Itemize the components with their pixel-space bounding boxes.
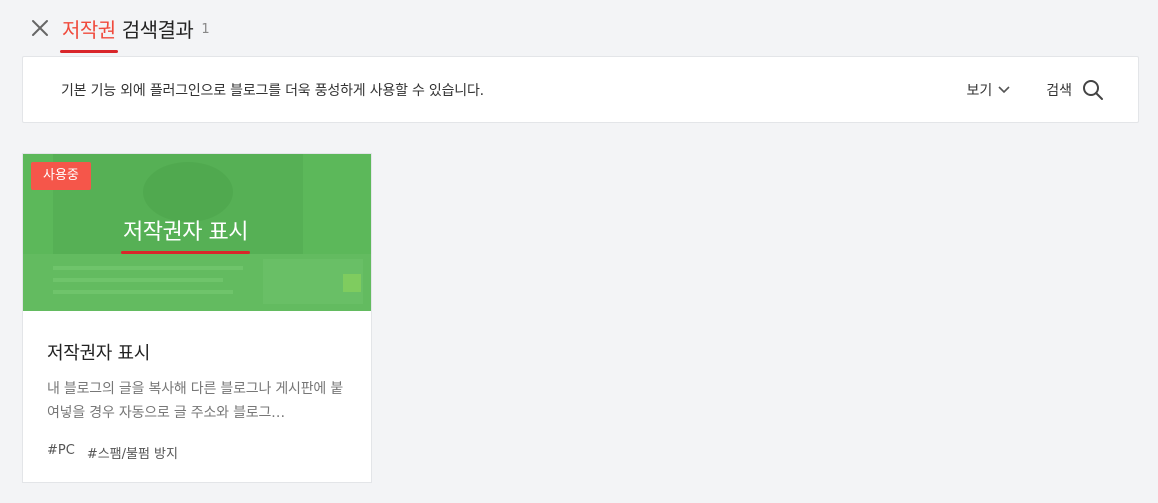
toolbar-description: 기본 기능 외에 플러그인으로 블로그를 더욱 풍성하게 사용할 수 있습니다.	[61, 82, 484, 99]
results-header: 저작권 검색결과 1	[30, 8, 210, 53]
thumbnail-decoration	[143, 162, 233, 222]
close-icon[interactable]	[30, 18, 50, 38]
tag[interactable]: #PC	[47, 443, 75, 462]
search-icon	[1083, 79, 1103, 100]
toolbar-actions: 보기 검색	[966, 79, 1104, 101]
view-label: 보기	[966, 82, 993, 99]
card-body: 저작권자 표시 내 블로그의 글을 복사해 다른 블로그나 게시판에 붙여넣을 …	[23, 311, 371, 462]
search-keyword: 저작권	[60, 14, 118, 53]
plugin-thumbnail: 사용중 저작권자 표시	[23, 154, 371, 311]
plugin-card[interactable]: 사용중 저작권자 표시 저작권자 표시 내 블로그의 글을 복사해 다른 블로그…	[22, 153, 372, 483]
plugin-title[interactable]: 저작권자 표시	[47, 339, 347, 365]
thumbnail-decoration	[53, 290, 233, 294]
thumbnail-decoration	[53, 278, 223, 282]
chevron-down-icon	[998, 85, 1010, 93]
tag-list: #PC #스팸/불펌 방지	[47, 443, 347, 462]
search-label: 검색	[1046, 82, 1072, 99]
tag[interactable]: #스팸/불펌 방지	[87, 443, 178, 462]
in-use-badge: 사용중	[31, 162, 91, 190]
thumbnail-decoration	[53, 266, 243, 270]
plugin-description: 내 블로그의 글을 복사해 다른 블로그나 게시판에 붙여넣을 경우 자동으로 …	[47, 381, 344, 421]
view-dropdown-button[interactable]: 보기	[966, 80, 1010, 100]
thumbnail-title: 저작권자 표시	[121, 214, 250, 254]
result-count: 1	[201, 21, 210, 37]
thumbnail-decoration	[343, 274, 361, 292]
plugin-toolbar: 기본 기능 외에 플러그인으로 블로그를 더욱 풍성하게 사용할 수 있습니다.…	[22, 56, 1139, 123]
search-button[interactable]: 검색	[1046, 79, 1104, 101]
page-title: 검색결과	[121, 17, 194, 42]
